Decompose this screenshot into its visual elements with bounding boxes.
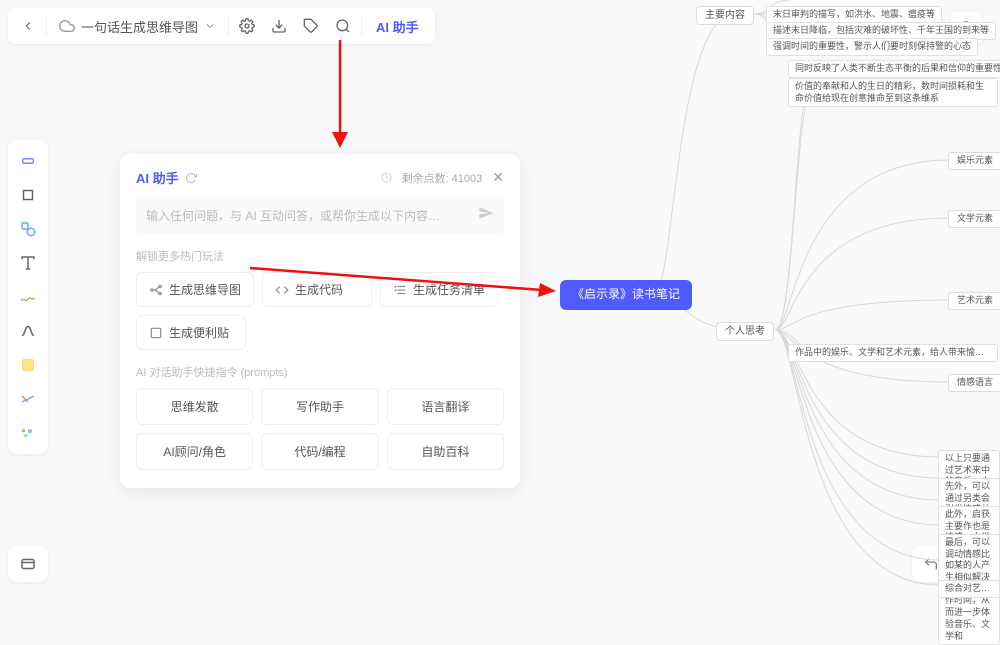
divider bbox=[361, 17, 362, 35]
prompt-ai-role[interactable]: AI顾问/角色 bbox=[136, 433, 253, 470]
tool-text[interactable] bbox=[13, 248, 43, 278]
export-button[interactable] bbox=[265, 12, 293, 40]
prompt-encyclopedia[interactable]: 自助百科 bbox=[387, 433, 504, 470]
points-remaining: 剩余点数: 41003 bbox=[402, 170, 483, 186]
prompt-code[interactable]: 代码/编程 bbox=[261, 433, 378, 470]
mindmap-leaf[interactable]: 强调时间的重要性，警示人们要时刻保持警的心态 bbox=[766, 38, 978, 56]
mindmap-canvas[interactable]: 《启示录》读书笔记 主要内容 个人思考 末日审判的描写，如洪水、地震、瘟疫等 描… bbox=[560, 0, 1000, 594]
chip-generate-code[interactable]: 生成代码 bbox=[262, 272, 372, 307]
mindmap-root-node[interactable]: 《启示录》读书笔记 bbox=[560, 280, 692, 310]
mindmap-category-art[interactable]: 艺术元素 bbox=[948, 292, 1000, 310]
prompt-translate[interactable]: 语言翻译 bbox=[387, 388, 504, 425]
ai-prompt-input[interactable] bbox=[146, 209, 478, 223]
tool-draw[interactable] bbox=[13, 282, 43, 312]
side-toolbar bbox=[8, 140, 48, 454]
tool-frame[interactable] bbox=[13, 180, 43, 210]
ai-assistant-panel: AI 助手 剩余点数: 41003 ✕ 解锁更多热门玩法 生成思维导图 生成代码… bbox=[120, 154, 520, 488]
document-title-text: 一句话生成思维导图 bbox=[81, 17, 198, 36]
mindmap-branch-main[interactable]: 主要内容 bbox=[696, 6, 754, 25]
chip-generate-tasklist[interactable]: 生成任务清单 bbox=[380, 272, 498, 307]
ai-assistant-button[interactable]: AI 助手 bbox=[366, 17, 429, 36]
export-icon bbox=[271, 18, 287, 34]
sticky-icon bbox=[149, 326, 163, 340]
refresh-icon[interactable] bbox=[185, 172, 197, 184]
tag-icon bbox=[303, 18, 319, 34]
mindmap-category-emotion[interactable]: 情感语言 bbox=[948, 374, 1000, 392]
tool-more[interactable] bbox=[13, 418, 43, 448]
close-panel-button[interactable]: ✕ bbox=[492, 169, 504, 186]
tool-node[interactable] bbox=[13, 146, 43, 176]
layers-icon bbox=[19, 555, 37, 573]
chevron-down-icon bbox=[204, 20, 216, 32]
tool-link[interactable] bbox=[13, 384, 43, 414]
mindmap-icon bbox=[149, 283, 163, 297]
mindmap-category-literature[interactable]: 文学元素 bbox=[948, 210, 1000, 228]
mindmap-leaf[interactable]: 综合对艺术元素同人们紧密结合不 bbox=[938, 580, 1000, 598]
divider bbox=[228, 17, 229, 35]
mindmap-leaf[interactable]: 作品中的娱乐、文学和艺术元素，给人带来愉悦的情感体验 bbox=[788, 344, 998, 362]
code-icon bbox=[275, 283, 289, 297]
chip-generate-mindmap[interactable]: 生成思维导图 bbox=[136, 272, 254, 307]
checklist-icon bbox=[393, 283, 407, 297]
gear-icon bbox=[239, 18, 255, 34]
mindmap-category-entertainment[interactable]: 娱乐元素 bbox=[948, 152, 1000, 170]
panel-title: AI 助手 bbox=[136, 168, 179, 187]
cloud-icon bbox=[59, 18, 75, 34]
layers-button[interactable] bbox=[8, 546, 48, 582]
search-button[interactable] bbox=[329, 12, 357, 40]
mindmap-leaf[interactable]: 同时反映了人类不断生态平衡的后果和信仰的重要性 bbox=[788, 60, 1000, 78]
top-toolbar: 一句话生成思维导图 AI 助手 bbox=[8, 8, 435, 44]
clock-icon bbox=[381, 172, 392, 183]
ai-input-row bbox=[136, 197, 504, 234]
prompt-writing[interactable]: 写作助手 bbox=[261, 388, 378, 425]
back-button[interactable] bbox=[14, 12, 42, 40]
search-icon bbox=[335, 18, 351, 34]
prompt-divergent[interactable]: 思维发散 bbox=[136, 388, 253, 425]
tool-sticky[interactable] bbox=[13, 350, 43, 380]
section-label-prompts: AI 对话助手快捷指令 (prompts) bbox=[136, 364, 504, 380]
document-title[interactable]: 一句话生成思维导图 bbox=[51, 17, 224, 36]
tool-connector[interactable] bbox=[13, 316, 43, 346]
chip-generate-sticky[interactable]: 生成便利贴 bbox=[136, 315, 246, 350]
divider bbox=[46, 17, 47, 35]
send-button[interactable] bbox=[478, 205, 494, 226]
section-label-popular: 解锁更多热门玩法 bbox=[136, 248, 504, 264]
mindmap-branch-personal[interactable]: 个人思考 bbox=[716, 322, 774, 341]
annotation-arrow bbox=[320, 40, 360, 150]
mindmap-leaf[interactable]: 价值的奉献和人的生日的精彩，数时间损耗和生命价值给现在创意推命至到这条维系 bbox=[788, 78, 998, 107]
tool-shape[interactable] bbox=[13, 214, 43, 244]
tag-button[interactable] bbox=[297, 12, 325, 40]
settings-button[interactable] bbox=[233, 12, 261, 40]
